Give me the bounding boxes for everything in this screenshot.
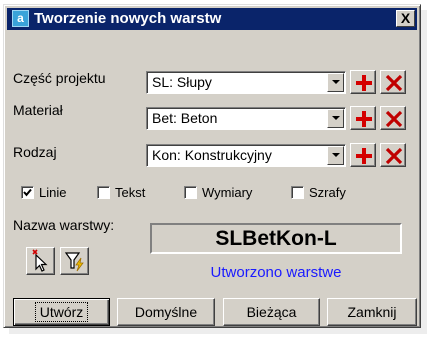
close-icon bbox=[385, 147, 403, 165]
material-select[interactable]: Bet: Beton bbox=[146, 107, 346, 130]
material-value: Bet: Beton bbox=[152, 110, 218, 126]
hatches-option[interactable]: Szrafy bbox=[291, 185, 371, 201]
plus-icon bbox=[356, 111, 372, 127]
close-button[interactable]: Zamknij bbox=[327, 298, 417, 326]
material-label: Materiał bbox=[13, 102, 63, 118]
layer-name-label: Nazwa warstwy: bbox=[13, 217, 115, 233]
text-checkbox[interactable] bbox=[97, 186, 110, 199]
type-select[interactable]: Kon: Konstrukcyjny bbox=[146, 144, 346, 167]
title-bar: a Tworzenie nowych warstw X bbox=[7, 8, 417, 30]
filter-icon bbox=[64, 252, 84, 272]
add-type-button[interactable] bbox=[350, 143, 376, 167]
cursor-select-icon bbox=[32, 249, 48, 272]
window-title: Tworzenie nowych warstw bbox=[34, 10, 222, 27]
dimensions-label: Wymiary bbox=[202, 185, 253, 200]
close-icon bbox=[385, 110, 403, 128]
type-label: Rodzaj bbox=[13, 144, 57, 160]
hatches-label: Szrafy bbox=[309, 185, 346, 200]
app-icon: a bbox=[12, 10, 29, 27]
lines-label: Linie bbox=[39, 185, 67, 200]
default-button[interactable]: Domyślne bbox=[117, 298, 215, 326]
chevron-down-icon[interactable] bbox=[327, 109, 344, 128]
plus-icon bbox=[356, 75, 372, 91]
close-icon bbox=[385, 74, 403, 92]
text-option[interactable]: Tekst bbox=[97, 185, 177, 201]
check-icon bbox=[23, 188, 32, 197]
project-part-value: SL: Słupy bbox=[152, 74, 212, 90]
dimensions-checkbox[interactable] bbox=[184, 186, 197, 199]
status-message: Utworzono warstwe bbox=[210, 264, 342, 281]
create-label: Utwórz bbox=[34, 302, 89, 322]
delete-project-part-button[interactable] bbox=[380, 70, 406, 94]
current-button[interactable]: Bieżąca bbox=[223, 298, 320, 326]
create-layers-dialog: a Tworzenie nowych warstw X Część projek… bbox=[3, 4, 421, 328]
project-part-select[interactable]: SL: Słupy bbox=[146, 71, 346, 94]
hatches-checkbox[interactable] bbox=[291, 186, 304, 199]
type-value: Kon: Konstrukcyjny bbox=[152, 147, 272, 163]
plus-icon bbox=[356, 148, 372, 164]
create-button[interactable]: Utwórz bbox=[13, 298, 110, 326]
chevron-down-icon[interactable] bbox=[327, 73, 344, 92]
text-label: Tekst bbox=[115, 185, 146, 200]
delete-type-button[interactable] bbox=[380, 143, 406, 167]
chevron-down-icon[interactable] bbox=[327, 146, 344, 165]
add-material-button[interactable] bbox=[350, 106, 376, 130]
select-object-button[interactable] bbox=[26, 247, 55, 275]
close-window-button[interactable]: X bbox=[396, 10, 415, 27]
dimensions-option[interactable]: Wymiary bbox=[184, 185, 284, 201]
project-part-label: Część projektu bbox=[13, 70, 106, 86]
delete-material-button[interactable] bbox=[380, 106, 406, 130]
filter-button[interactable] bbox=[60, 247, 89, 275]
lines-checkbox[interactable] bbox=[21, 186, 34, 199]
add-project-part-button[interactable] bbox=[350, 70, 376, 94]
lines-option[interactable]: Linie bbox=[21, 185, 91, 201]
layer-name-display: SLBetKon-L bbox=[150, 223, 402, 254]
